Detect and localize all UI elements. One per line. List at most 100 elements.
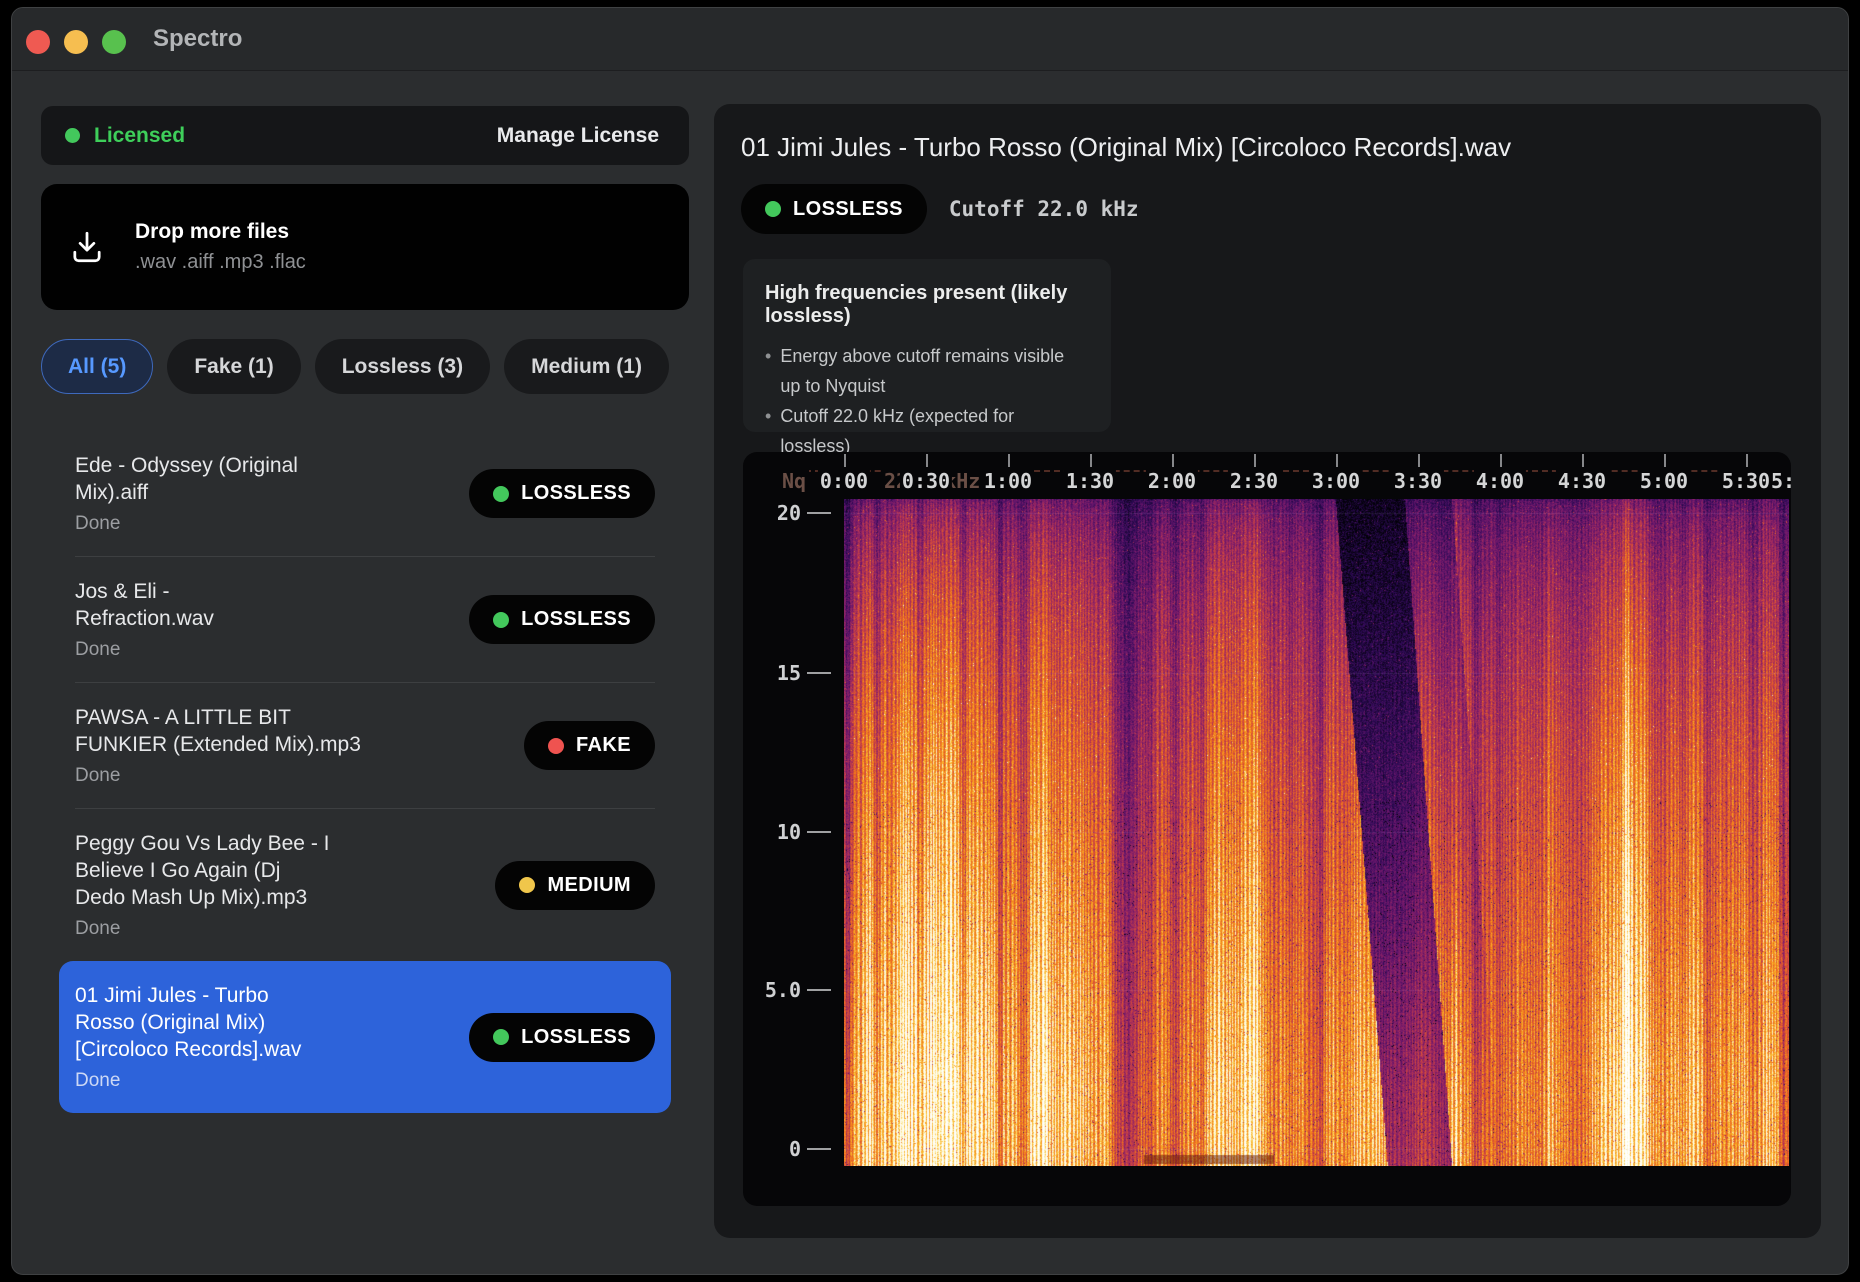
license-status: Licensed (94, 124, 185, 148)
detail-verdict-row: LOSSLESS Cutoff 22.0 kHz (741, 184, 1821, 234)
file-item[interactable]: PAWSA - A LITTLE BIT FUNKIER (Extended M… (59, 683, 671, 808)
time-axis-label: 0:30 (900, 469, 952, 493)
verdict-dot (548, 738, 564, 754)
time-axis-label: 1:30 (1064, 469, 1116, 493)
freq-axis-tick (807, 989, 831, 991)
time-axis-tick (1172, 454, 1174, 467)
filter-tab-lossless[interactable]: Lossless (3) (315, 339, 490, 394)
file-item[interactable]: Peggy Gou Vs Lady Bee - I Believe I Go A… (59, 809, 671, 961)
file-status: Done (75, 1070, 420, 1092)
freq-axis-tick (807, 1148, 831, 1150)
file-status: Done (75, 513, 420, 535)
sidebar: Licensed Manage License Drop more files … (41, 71, 689, 1274)
freq-axis-label: 20 (777, 501, 801, 525)
freq-axis-label: 15 (777, 661, 801, 685)
filter-tab-all[interactable]: All (5) (41, 339, 153, 394)
freq-axis-label: 10 (777, 820, 801, 844)
file-name: 01 Jimi Jules - Turbo Rosso (Original Mi… (75, 982, 420, 1063)
time-axis-label: 2:00 (1146, 469, 1198, 493)
freq-axis-row: 20 (743, 500, 831, 526)
verdict-dot (493, 486, 509, 502)
file-status: Done (75, 918, 420, 940)
time-axis-label: 5:00 (1638, 469, 1690, 493)
license-bar: Licensed Manage License (41, 106, 689, 165)
filter-tab-medium[interactable]: Medium (1) (504, 339, 669, 394)
freq-axis-tick (807, 512, 831, 514)
detail-panel: 01 Jimi Jules - Turbo Rosso (Original Mi… (714, 104, 1821, 1238)
time-axis-tick (1582, 454, 1584, 467)
freq-axis-row: 10 (743, 819, 831, 845)
app-window: Spectro Licensed Manage License Drop mor… (11, 7, 1849, 1275)
verdict-badge: LOSSLESS (469, 595, 655, 644)
filter-tab-fake[interactable]: Fake (1) (167, 339, 300, 394)
time-axis-label: 0:00 (818, 469, 870, 493)
time-axis-label: 4:00 (1474, 469, 1526, 493)
drop-zone-title: Drop more files (135, 220, 306, 244)
verdict-label: MEDIUM (547, 874, 631, 897)
freq-axis-label: 5.0 (765, 978, 801, 1002)
time-axis-tick (1008, 454, 1010, 467)
verdict-label: LOSSLESS (521, 482, 631, 505)
time-axis-label: 5:30 (1720, 469, 1772, 493)
filter-tabs: All (5) Fake (1) Lossless (3) Medium (1) (41, 339, 669, 394)
verdict-dot (493, 612, 509, 628)
time-axis-tick (1746, 454, 1748, 467)
time-axis-label: 2:30 (1228, 469, 1280, 493)
verdict-badge: LOSSLESS (469, 469, 655, 518)
freq-axis-tick (807, 831, 831, 833)
spectrogram-panel: Nq 22.0 kHz 0:000:301:001:302:002:303:00… (743, 452, 1791, 1206)
analysis-bullet: •Energy above cutoff remains visible up … (765, 341, 1089, 401)
cutoff-value: Cutoff 22.0 kHz (949, 197, 1139, 221)
time-axis-tick (1418, 454, 1420, 467)
time-axis-label: 3:00 (1310, 469, 1362, 493)
freq-axis-label: 0 (789, 1137, 801, 1161)
manage-license-button[interactable]: Manage License (491, 123, 665, 149)
detail-verdict-badge: LOSSLESS (741, 184, 927, 234)
file-name: Peggy Gou Vs Lady Bee - I Believe I Go A… (75, 830, 420, 911)
file-item[interactable]: 01 Jimi Jules - Turbo Rosso (Original Mi… (59, 961, 671, 1113)
time-axis-label: 3:30 (1392, 469, 1444, 493)
file-name: PAWSA - A LITTLE BIT FUNKIER (Extended M… (75, 704, 420, 758)
download-icon (69, 229, 105, 265)
verdict-dot (765, 201, 781, 217)
verdict-label: LOSSLESS (521, 1026, 631, 1049)
file-name: Jos & Eli - Refraction.wav (75, 578, 420, 632)
license-status-dot (65, 128, 80, 143)
verdict-badge: MEDIUM (495, 861, 655, 910)
freq-axis-row: 15 (743, 660, 831, 686)
file-status: Done (75, 765, 420, 787)
page: { "app": { "title": "Spectro" }, "licens… (0, 0, 1860, 1282)
time-axis-tick (844, 454, 846, 467)
verdict-label: FAKE (576, 734, 631, 757)
freq-axis-tick (807, 672, 831, 674)
freq-axis-row: 0 (743, 1136, 831, 1162)
nyquist-label: Nq (779, 469, 809, 493)
analysis-title: High frequencies present (likely lossles… (765, 282, 1089, 328)
verdict-label: LOSSLESS (521, 608, 631, 631)
detail-title: 01 Jimi Jules - Turbo Rosso (Original Mi… (741, 132, 1795, 163)
time-axis-label: 1:00 (982, 469, 1034, 493)
titlebar: Spectro (12, 8, 1848, 71)
time-axis-tick (1500, 454, 1502, 467)
drop-zone-formats: .wav .aiff .mp3 .flac (135, 251, 306, 274)
freq-axis-row: 5.0 (743, 977, 831, 1003)
file-item[interactable]: Jos & Eli - Refraction.wav Done LOSSLESS (59, 557, 671, 682)
time-axis-tick (1336, 454, 1338, 467)
time-axis-label: 5: (1769, 469, 1791, 493)
verdict-badge: FAKE (524, 721, 655, 770)
time-axis-tick (926, 454, 928, 467)
analysis-box: High frequencies present (likely lossles… (743, 259, 1111, 432)
close-button[interactable] (26, 30, 50, 54)
file-status: Done (75, 639, 420, 661)
verdict-dot (519, 877, 535, 893)
app-title: Spectro (153, 8, 242, 70)
time-axis-label: 4:30 (1556, 469, 1608, 493)
file-list: Ede - Odyssey (Original Mix).aiff Done L… (41, 431, 689, 1113)
minimize-button[interactable] (64, 30, 88, 54)
time-axis-tick (1664, 454, 1666, 467)
file-item[interactable]: Ede - Odyssey (Original Mix).aiff Done L… (59, 431, 671, 556)
maximize-button[interactable] (102, 30, 126, 54)
drop-zone[interactable]: Drop more files .wav .aiff .mp3 .flac (41, 184, 689, 310)
verdict-badge: LOSSLESS (469, 1013, 655, 1062)
verdict-dot (493, 1029, 509, 1045)
